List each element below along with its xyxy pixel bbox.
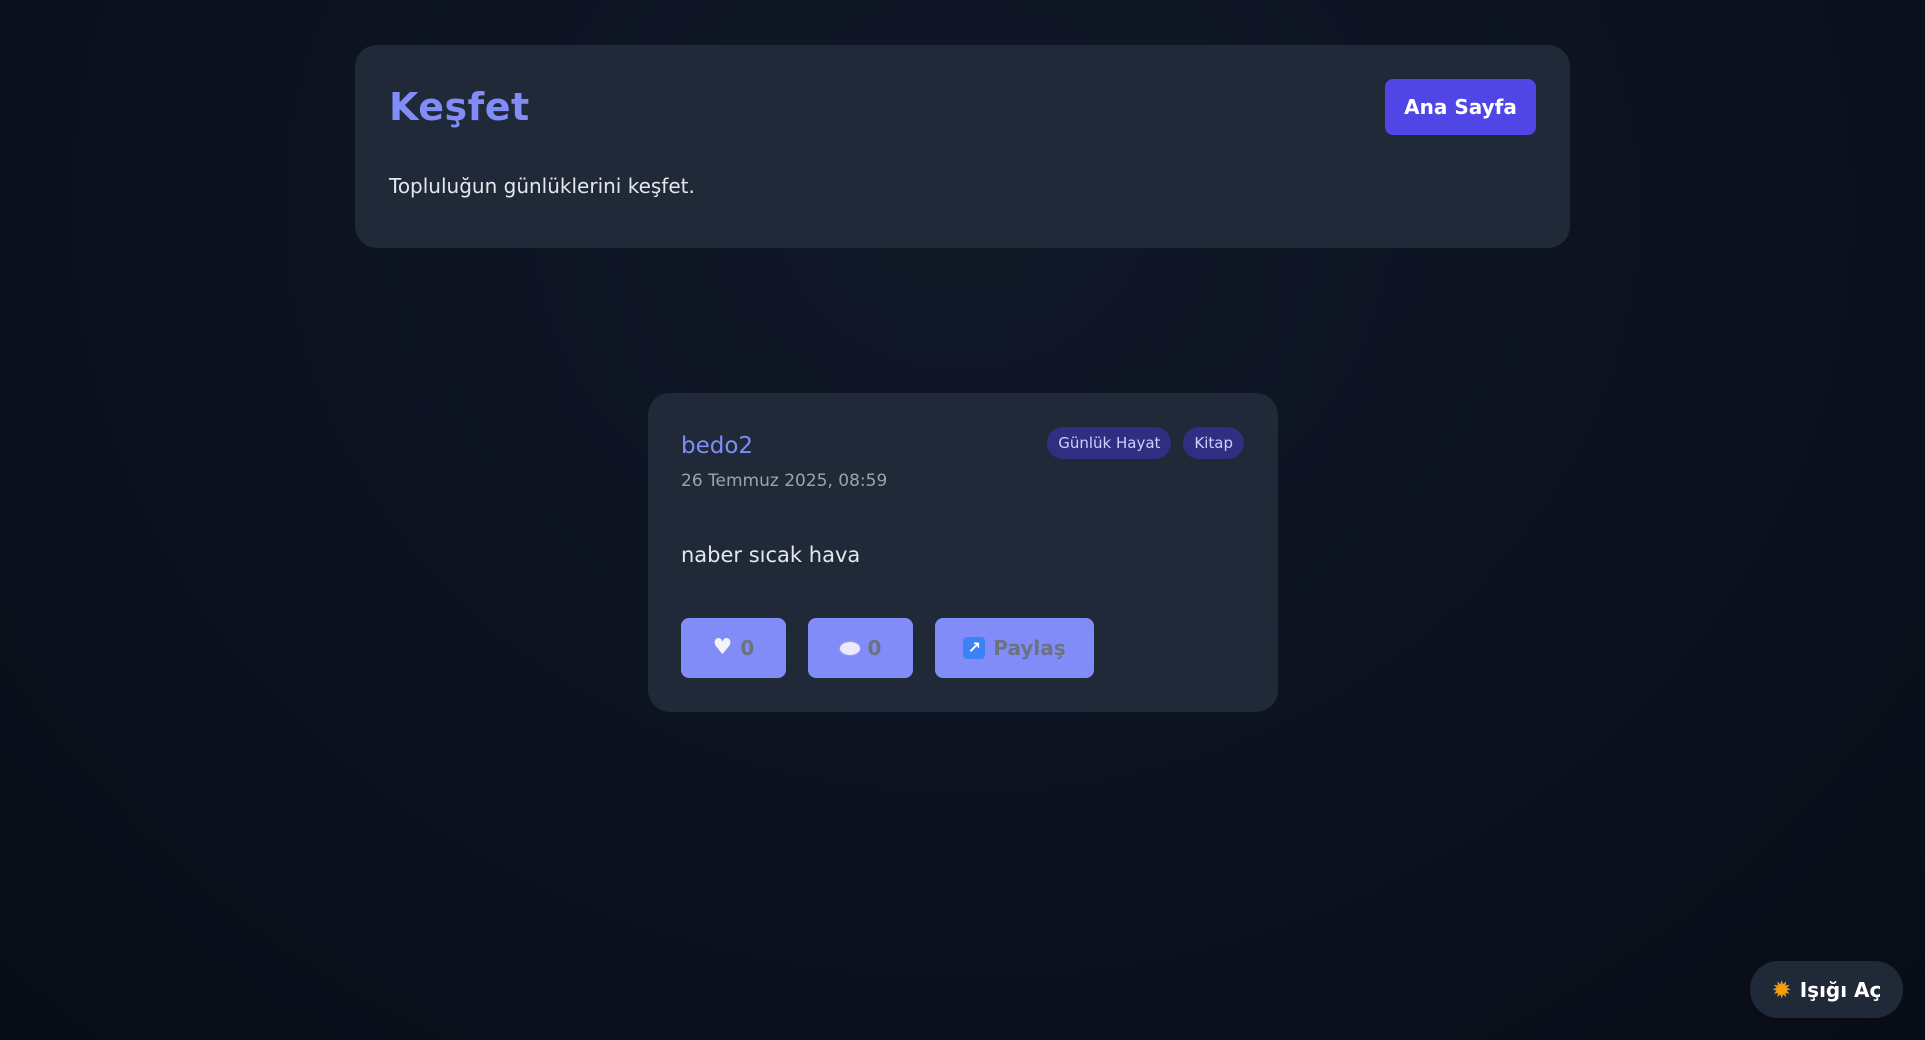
tag-badge[interactable]: Kitap bbox=[1183, 427, 1244, 459]
page-title: Keşfet bbox=[389, 85, 530, 129]
post-actions: ♥ 0 0 ↗ Paylaş bbox=[681, 618, 1094, 678]
sun-icon: ✹ bbox=[1771, 975, 1792, 1004]
share-button[interactable]: ↗ Paylaş bbox=[935, 618, 1094, 678]
post-tags: Günlük Hayat Kitap bbox=[1047, 427, 1244, 459]
comment-count: 0 bbox=[867, 636, 882, 660]
share-label: Paylaş bbox=[993, 636, 1066, 660]
heart-icon: ♥ bbox=[712, 635, 733, 660]
share-arrow-icon: ↗ bbox=[963, 637, 986, 659]
comment-button[interactable]: 0 bbox=[808, 618, 913, 678]
theme-toggle-button[interactable]: ✹ Işığı Aç bbox=[1750, 961, 1903, 1018]
page-subtitle: Topluluğun günlüklerini keşfet. bbox=[389, 174, 695, 198]
like-count: 0 bbox=[740, 636, 755, 660]
like-button[interactable]: ♥ 0 bbox=[681, 618, 786, 678]
header-card: Keşfet Ana Sayfa Topluluğun günlüklerini… bbox=[355, 45, 1570, 248]
post-date: 26 Temmuz 2025, 08:59 bbox=[681, 471, 888, 491]
post-card: bedo2 26 Temmuz 2025, 08:59 Günlük Hayat… bbox=[648, 393, 1278, 712]
theme-toggle-label: Işığı Aç bbox=[1799, 977, 1882, 1002]
post-content: naber sıcak hava bbox=[681, 543, 861, 567]
home-button[interactable]: Ana Sayfa bbox=[1385, 79, 1536, 135]
tag-badge[interactable]: Günlük Hayat bbox=[1047, 427, 1172, 459]
speech-bubble-icon bbox=[839, 641, 860, 655]
post-author-link[interactable]: bedo2 bbox=[681, 433, 753, 459]
